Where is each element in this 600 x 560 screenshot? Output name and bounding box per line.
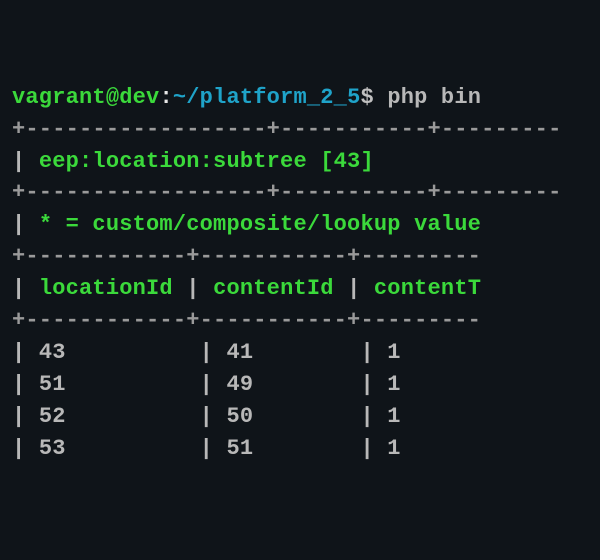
cell-content: 1 (387, 404, 400, 429)
prompt-line[interactable]: vagrant@dev:~/platform_2_5$ php bin (12, 85, 481, 110)
cell-locationId: 52 (39, 404, 66, 429)
cell-locationId: 51 (39, 372, 66, 397)
col-sep: | (173, 276, 213, 301)
cell-content: 1 (387, 340, 400, 365)
prompt-at: @ (106, 85, 119, 110)
table-border: +------------------+-----------+--------… (12, 117, 562, 142)
cell-contentId: 41 (226, 340, 253, 365)
terminal-output: vagrant@dev:~/platform_2_5$ php bin +---… (12, 82, 588, 465)
table-legend: * = custom/composite/lookup value (39, 212, 481, 237)
prompt-host: dev (119, 85, 159, 110)
row-lead: | (12, 276, 39, 301)
row-lead: | (12, 149, 39, 174)
table-row: | 52 | 50 | 1 (12, 404, 401, 429)
cell-contentId: 49 (226, 372, 253, 397)
prompt-dollar: $ (361, 85, 374, 110)
row-lead: | (12, 212, 39, 237)
table-row: | 43 | 41 | 1 (12, 340, 401, 365)
column-header: contentT (374, 276, 481, 301)
cell-contentId: 50 (226, 404, 253, 429)
col-sep: | (334, 276, 374, 301)
table-border: +------------+-----------+--------- (12, 308, 481, 333)
table-border: +------------+-----------+--------- (12, 244, 481, 269)
prompt-command[interactable]: php bin (387, 85, 481, 110)
table-row: | 53 | 51 | 1 (12, 436, 401, 461)
prompt-sep: : (159, 85, 172, 110)
column-header: contentId (213, 276, 334, 301)
cell-locationId: 53 (39, 436, 66, 461)
prompt-path: ~/platform_2_5 (173, 85, 361, 110)
column-header: locationId (39, 276, 173, 301)
table-row: | 51 | 49 | 1 (12, 372, 401, 397)
cell-content: 1 (387, 436, 400, 461)
prompt-user: vagrant (12, 85, 106, 110)
cell-content: 1 (387, 372, 400, 397)
cell-contentId: 51 (226, 436, 253, 461)
cell-locationId: 43 (39, 340, 66, 365)
table-title: eep:location:subtree [43] (39, 149, 374, 174)
table-border: +------------------+-----------+--------… (12, 180, 562, 205)
